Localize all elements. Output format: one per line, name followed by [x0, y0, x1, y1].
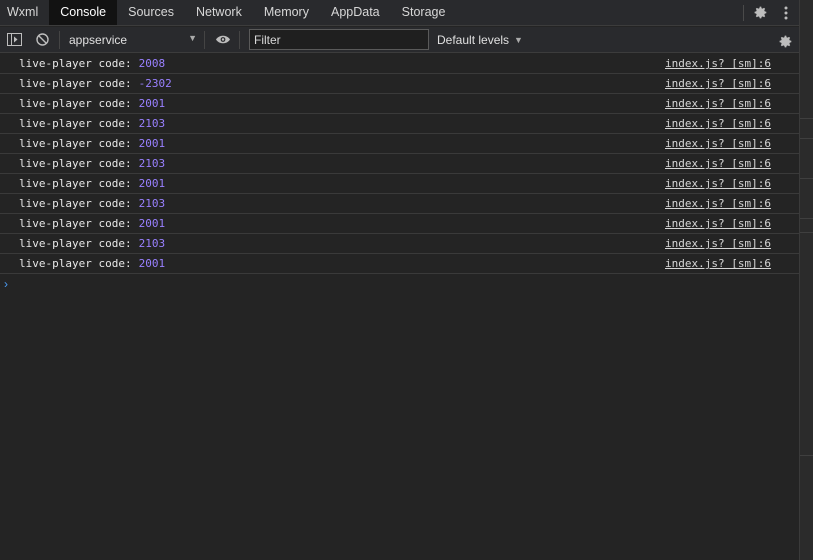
log-message: live-player code: [19, 117, 132, 130]
log-code-value: 2103 [138, 157, 166, 170]
tab-appdata[interactable]: AppData [320, 0, 391, 25]
log-source-link[interactable]: index.js? [sm]:6 [665, 197, 771, 210]
log-code-value: 2008 [138, 57, 166, 70]
context-selector[interactable]: appservice ▼ [63, 30, 201, 50]
tab-storage[interactable]: Storage [391, 0, 457, 25]
log-message: live-player code: [19, 177, 132, 190]
console-settings-gear-icon[interactable] [774, 29, 796, 53]
log-list: live-player code: 2008 index.js? [sm]:6 liv… [0, 54, 799, 274]
log-source-link[interactable]: index.js? [sm]:6 [665, 217, 771, 230]
log-row: live-player code: 2001 index.js? [sm]:6 [0, 254, 799, 274]
log-row: live-player code: 2008 index.js? [sm]:6 [0, 54, 799, 74]
context-label: appservice [69, 32, 128, 47]
log-levels-dropdown[interactable]: Default levels ▼ [437, 33, 523, 47]
tab-memory[interactable]: Memory [253, 0, 320, 25]
log-source-link[interactable]: index.js? [sm]:6 [665, 77, 771, 90]
log-row: live-player code: 2001 index.js? [sm]:6 [0, 134, 799, 154]
log-code-value: 2001 [138, 177, 166, 190]
tab-wxml[interactable]: Wxml [0, 0, 49, 25]
log-source-link[interactable]: index.js? [sm]:6 [665, 257, 771, 270]
log-code-value: 2001 [138, 217, 166, 230]
log-row: live-player code: 2001 index.js? [sm]:6 [0, 174, 799, 194]
log-source-link[interactable]: index.js? [sm]:6 [665, 97, 771, 110]
log-source-link[interactable]: index.js? [sm]:6 [665, 57, 771, 70]
log-code-value: 2103 [138, 197, 166, 210]
log-row: live-player code: 2001 index.js? [sm]:6 [0, 214, 799, 234]
log-code-value: 2001 [138, 137, 166, 150]
tab-sources[interactable]: Sources [117, 0, 185, 25]
log-code-value: 2001 [138, 257, 166, 270]
log-source-link[interactable]: index.js? [sm]:6 [665, 177, 771, 190]
log-source-link[interactable]: index.js? [sm]:6 [665, 117, 771, 130]
log-row: live-player code: 2103 index.js? [sm]:6 [0, 194, 799, 214]
log-message: live-player code: [19, 77, 132, 90]
tab-network[interactable]: Network [185, 0, 253, 25]
log-message: live-player code: [19, 137, 132, 150]
log-code-value: 2103 [138, 117, 166, 130]
log-source-link[interactable]: index.js? [sm]:6 [665, 137, 771, 150]
log-message: live-player code: [19, 257, 132, 270]
side-panel-edge [799, 0, 813, 560]
prompt-chevron-icon: › [4, 277, 8, 291]
settings-gear-icon[interactable] [747, 0, 773, 25]
console-output[interactable]: live-player code: 2008 index.js? [sm]:6 liv… [0, 54, 799, 560]
live-expression-eye-icon[interactable] [212, 28, 234, 52]
chevron-down-icon: ▼ [514, 34, 523, 45]
log-message: live-player code: [19, 197, 132, 210]
more-options-icon[interactable] [773, 0, 799, 25]
log-row: live-player code: -2302 index.js? [sm]:6 [0, 74, 799, 94]
log-row: live-player code: 2103 index.js? [sm]:6 [0, 234, 799, 254]
filter-input[interactable] [249, 29, 429, 50]
show-sidebar-icon[interactable] [3, 28, 25, 52]
tab-console[interactable]: Console [49, 0, 118, 25]
devtools-tab-bar: Wxml Console Sources Network Memory AppData St… [0, 0, 799, 26]
log-code-value: -2302 [138, 77, 172, 90]
log-row: live-player code: 2103 index.js? [sm]:6 [0, 114, 799, 134]
log-code-value: 2001 [138, 97, 166, 110]
log-levels-label: Default levels [437, 32, 510, 47]
tab-list: Wxml Console Sources Network Memory AppData St… [0, 0, 456, 25]
log-message: live-player code: [19, 157, 132, 170]
log-message: live-player code: [19, 217, 132, 230]
chevron-down-icon: ▼ [188, 32, 197, 43]
log-code-value: 2103 [138, 237, 166, 250]
log-source-link[interactable]: index.js? [sm]:6 [665, 237, 771, 250]
clear-console-icon[interactable] [31, 28, 53, 52]
log-message: live-player code: [19, 237, 132, 250]
log-message: live-player code: [19, 57, 132, 70]
log-message: live-player code: [19, 97, 132, 110]
console-toolbar: appservice ▼ Default levels ▼ [0, 27, 799, 53]
console-prompt[interactable]: › [0, 274, 799, 294]
log-row: live-player code: 2001 index.js? [sm]:6 [0, 94, 799, 114]
log-source-link[interactable]: index.js? [sm]:6 [665, 157, 771, 170]
log-row: live-player code: 2103 index.js? [sm]:6 [0, 154, 799, 174]
